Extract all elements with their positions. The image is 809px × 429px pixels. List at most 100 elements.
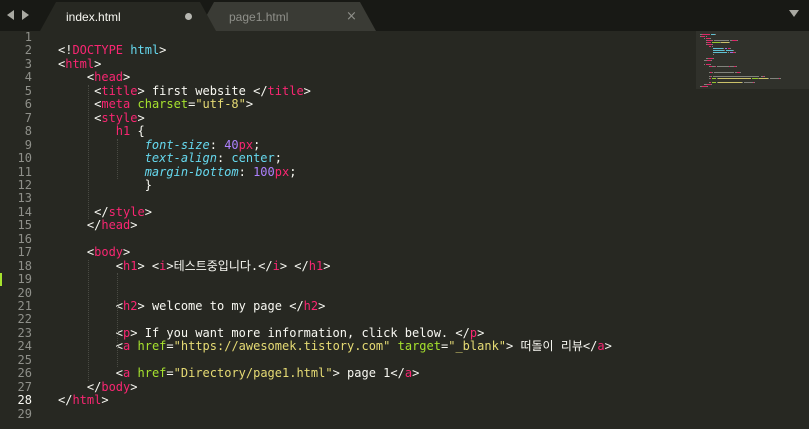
minimap-code-line <box>709 38 711 39</box>
code-line[interactable]: </html> <box>58 393 109 408</box>
line-number-gutter: 1 2 3 4 5 6 7 8 9 10 11 12 13 14 15 16 17 18 19 20 21 22 23 24 2… <box>0 30 44 429</box>
code-line[interactable]: h1 { <box>58 124 145 139</box>
editor-pane[interactable]: 1 2 3 4 5 6 7 8 9 10 11 12 13 14 15 16 17 18 19 20 21 22 23 24 2… <box>0 30 809 429</box>
minimap-code-line <box>726 50 733 51</box>
code-token: first website <box>151 83 254 98</box>
code-token: "Directory/page1.html" <box>173 366 333 381</box>
code-token: </ <box>582 339 598 354</box>
code-token: > < <box>137 258 160 273</box>
code-token: > <box>137 299 152 313</box>
code-token: "utf-8" <box>195 97 246 112</box>
code-line[interactable]: margin-bottom: 100px; <box>58 164 297 179</box>
code-token: </ <box>455 325 470 340</box>
code-token: { <box>130 124 145 139</box>
code-token: > <box>144 204 152 219</box>
code-line[interactable]: <title> first website </title> <box>58 83 311 98</box>
code-token: h2 <box>303 299 319 313</box>
close-tab-icon[interactable]: × <box>346 9 357 24</box>
code-token: > <box>245 97 254 112</box>
line-number: 5 <box>24 83 32 98</box>
code-token: > <box>130 218 138 233</box>
minimap-code-line <box>713 76 760 77</box>
code-line[interactable]: <h1> <i>테스트중입니다.</i> </h1> <box>58 258 331 273</box>
code-token: welcome to my page <box>151 299 290 313</box>
minimap-code-line <box>705 36 707 37</box>
code-token: < <box>58 70 95 85</box>
code-token: > <box>101 393 109 408</box>
minimap-code-line <box>751 78 759 79</box>
code-line[interactable]: <!DOCTYPE html> <box>58 44 166 57</box>
code-token: > <box>166 258 174 273</box>
indent-guide <box>116 138 118 179</box>
code-line[interactable]: </head> <box>58 219 138 232</box>
code-token: 100 <box>253 164 275 179</box>
tab-page1-html[interactable]: page1.html × <box>198 2 376 31</box>
code-line[interactable]: < a href="https://awesomek.tistory.com" t… <box>58 340 612 353</box>
code-token: head <box>101 218 131 233</box>
code-token: 떠돌이 리뷰 <box>520 339 583 354</box>
sublime-text-window: page1.html × index.html 1 2 3 4 5 6 7 8 9 10 11 12 1… <box>0 0 809 429</box>
minimap-code-line <box>723 48 725 49</box>
line-number: 22 <box>17 312 32 327</box>
tab-index-html[interactable]: index.html <box>40 2 216 31</box>
code-token: h1 <box>308 258 324 273</box>
code-token: < <box>58 83 102 98</box>
line-number: 26 <box>17 366 32 381</box>
minimap-code-line <box>715 34 717 35</box>
code-token: > <box>123 245 131 260</box>
code-token: </ <box>258 258 273 273</box>
minimap-code-line <box>763 76 765 77</box>
code-token: > <box>137 110 145 125</box>
code-token: > <box>604 339 612 354</box>
code-token: style <box>101 110 138 125</box>
minimap-code-line <box>702 34 710 35</box>
tab-navigation <box>6 7 30 23</box>
code-token: meta <box>101 97 131 112</box>
modified-line-marker <box>0 273 2 287</box>
code-line[interactable]: <html> <box>58 57 101 71</box>
next-tab-arrow-icon[interactable] <box>20 7 30 23</box>
code-token: = <box>166 339 174 354</box>
indent-guide <box>87 259 89 381</box>
minimap-code-line <box>736 66 738 67</box>
minimap-code-line <box>713 50 725 51</box>
code-token: </ <box>289 299 304 313</box>
code-line[interactable]: text-align: center; <box>58 151 282 166</box>
code-line[interactable]: <head> <box>58 71 130 84</box>
code-line[interactable]: <style> <box>58 110 145 125</box>
code-token: h2 <box>123 299 138 313</box>
minimap-code-line <box>713 58 715 59</box>
code-token: < <box>58 110 102 125</box>
line-number: 2 <box>24 43 32 58</box>
code-token: title <box>101 83 138 98</box>
code-area[interactable]: <!DOCTYPE html> <html> <head> <title> fir… <box>58 31 688 429</box>
minimap-code-line <box>728 42 730 43</box>
minimap-code-line <box>717 78 751 79</box>
code-line[interactable]: <body> <box>58 245 131 260</box>
previous-tab-arrow-icon[interactable] <box>6 7 16 23</box>
code-token: > </ <box>279 258 309 273</box>
code-token: : <box>209 137 225 152</box>
code-line[interactable]: </style> <box>58 204 152 219</box>
code-token: "_blank" <box>448 339 507 354</box>
code-line[interactable]: } <box>58 178 152 192</box>
tab-list-dropdown-icon[interactable] <box>789 10 799 17</box>
code-line[interactable]: <a href="Directory/page1.html"> page 1</… <box>58 366 420 381</box>
minimap[interactable] <box>696 31 809 91</box>
code-line[interactable]: </body> <box>58 380 138 394</box>
minimap-code-line <box>714 40 729 41</box>
unsaved-changes-dot-icon[interactable] <box>185 13 192 20</box>
code-line[interactable]: <h2> welcome to my page </h2> <box>58 299 326 313</box>
code-token: font-size <box>144 137 210 152</box>
code-token: center <box>231 151 275 166</box>
minimap-code-line <box>711 84 713 85</box>
code-token: > <box>332 366 348 381</box>
minimap-code-line <box>770 78 777 79</box>
code-token: < <box>58 325 124 340</box>
code-token: "https://awesomek.tistory.com" <box>173 339 391 354</box>
code-line[interactable]: <p> If you want more information, click … <box>58 325 485 340</box>
code-token: charset <box>137 97 189 112</box>
code-token: href <box>137 339 167 354</box>
